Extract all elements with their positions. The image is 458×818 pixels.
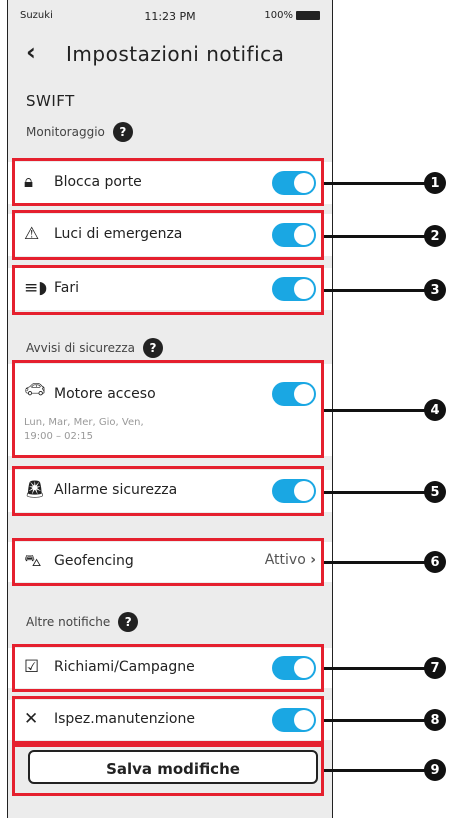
callout-badge-2: 2 (424, 225, 446, 247)
help-icon[interactable]: ? (112, 122, 133, 142)
header: ‹ Impostazioni notifica (8, 28, 332, 80)
callout-badge-5: 5 (424, 481, 446, 503)
callout-badge-3: 3 (424, 279, 446, 301)
highlight-box-6 (12, 538, 324, 586)
leader-line (324, 719, 428, 722)
battery-label: 100% (264, 10, 293, 21)
callout-badge-1: 1 (424, 172, 446, 194)
leader-line (324, 667, 428, 670)
status-bar: Suzuki 11:23 PM 100% (8, 0, 332, 28)
section-monitoraggio: Monitoraggio ? (26, 122, 133, 142)
leader-line (324, 561, 428, 564)
vehicle-name: SWIFT (26, 92, 75, 110)
leader-line (324, 182, 428, 185)
section-title: Avvisi di sicurezza (26, 341, 136, 355)
callout-badge-8: 8 (424, 709, 446, 731)
leader-line (324, 409, 428, 412)
highlight-box-4 (12, 360, 324, 458)
battery-icon (296, 11, 320, 20)
callout-badge-7: 7 (424, 657, 446, 679)
help-icon[interactable]: ? (143, 338, 164, 358)
highlight-box-1 (12, 158, 324, 206)
section-title: Altre notifiche (26, 615, 111, 629)
highlight-box-3 (12, 265, 324, 315)
highlight-box-9 (12, 744, 324, 796)
highlight-box-5 (12, 466, 324, 516)
section-altre: Altre notifiche ? (26, 612, 139, 632)
battery-indicator: 100% (264, 10, 320, 21)
callout-badge-6: 6 (424, 551, 446, 573)
callout-badge-9: 9 (424, 759, 446, 781)
chevron-left-icon[interactable]: ‹ (26, 38, 36, 66)
page-title: Impostazioni notifica (66, 42, 285, 66)
highlight-box-7 (12, 644, 324, 692)
callout-badge-4: 4 (424, 399, 446, 421)
leader-line (324, 235, 428, 238)
leader-line (324, 289, 428, 292)
leader-line (324, 769, 428, 772)
section-title: Monitoraggio (26, 125, 105, 139)
section-avvisi: Avvisi di sicurezza ? (26, 338, 164, 358)
highlight-box-2 (12, 210, 324, 260)
highlight-box-8 (12, 696, 324, 744)
leader-line (324, 491, 428, 494)
help-icon[interactable]: ? (118, 612, 139, 632)
